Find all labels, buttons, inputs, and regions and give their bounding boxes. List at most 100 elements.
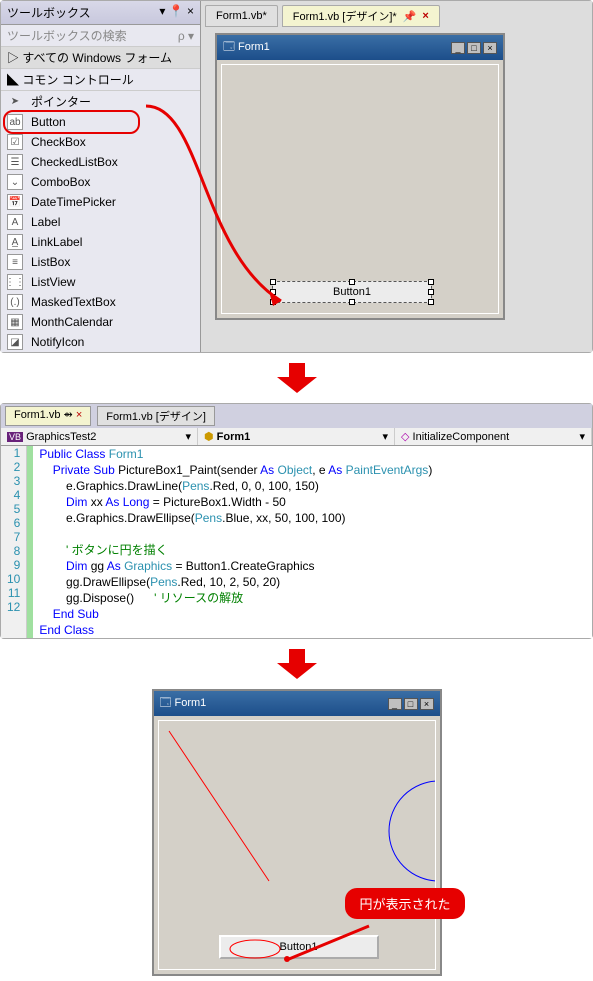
- toolbox-item-label: NotifyIcon: [31, 335, 84, 349]
- toolbox-item-combobox[interactable]: ⌄ ComboBox: [1, 172, 200, 192]
- toolbox-item-checkedlistbox[interactable]: ☰ CheckedListBox: [1, 152, 200, 172]
- mask-icon: (.): [7, 294, 23, 310]
- toolbox-item-label[interactable]: A Label: [1, 212, 200, 232]
- callout-text: 円が表示された: [359, 897, 450, 912]
- date-icon: 📅: [7, 194, 23, 210]
- triangle-right-icon: ▷: [7, 51, 19, 65]
- toolbox-item-label: Label: [31, 215, 60, 229]
- cal-icon: ▦: [7, 314, 23, 330]
- group-label: コモン コントロール: [22, 73, 133, 87]
- tab-design[interactable]: Form1.vb [デザイン]* 📌 ×: [282, 5, 440, 27]
- toolbox-item-linklabel[interactable]: A̲ LinkLabel: [1, 232, 200, 252]
- triangle-down-icon: ◣: [7, 73, 19, 87]
- tab-code[interactable]: Form1.vb*: [205, 5, 278, 27]
- toolbox-item-listview[interactable]: ⋮⋮ListView: [1, 272, 200, 292]
- code-editor-body[interactable]: 123456789101112 Public Class Form1 Priva…: [1, 446, 592, 638]
- toolbox-item-monthcalendar[interactable]: ▦ MonthCalendar: [1, 312, 200, 332]
- tab-code[interactable]: Form1.vb ⇴ ×: [5, 406, 91, 426]
- group-label: すべての Windows フォーム: [22, 51, 172, 65]
- pin-icon[interactable]: ⇴: [64, 409, 76, 421]
- picturebox-drawing: [159, 721, 435, 969]
- button1-text: Button1: [280, 941, 318, 953]
- tab-label: Form1.vb: [14, 409, 60, 421]
- method-name: InitializeComponent: [413, 431, 510, 443]
- toolbox-item-label: CheckBox: [31, 135, 86, 149]
- object-dropdown[interactable]: ⬢ Form1 ▾: [198, 428, 395, 445]
- panel-toolbox-designer: ツールボックス ▾ 📍 × ツールボックスの検索 ρ ▾ ▷ すべての Wind…: [0, 0, 593, 353]
- runtime-form-window[interactable]: 🗔 Form1 _ □ × Button1 円が表示された: [152, 689, 442, 976]
- Au-icon: A̲: [7, 234, 23, 250]
- button1-designer[interactable]: Button1: [272, 281, 432, 303]
- lb-icon: ≡: [7, 254, 23, 270]
- close-button[interactable]: ×: [483, 42, 497, 54]
- flow-arrow-1: [277, 363, 317, 393]
- form-titlebar[interactable]: 🗔 Form1 _ □ ×: [217, 35, 503, 60]
- toolbox-item-ポインター[interactable]: ➤ポインター: [1, 91, 200, 112]
- pin-icon[interactable]: 📌: [403, 10, 417, 23]
- toolbox-item-checkbox[interactable]: ☑ CheckBox: [1, 132, 200, 152]
- toolbox-item-listbox[interactable]: ≡ ListBox: [1, 252, 200, 272]
- close-icon[interactable]: ×: [187, 4, 194, 18]
- toolbox-item-label: LinkLabel: [31, 235, 82, 249]
- toolbox-panel: ツールボックス ▾ 📍 × ツールボックスの検索 ρ ▾ ▷ すべての Wind…: [1, 1, 201, 352]
- code-navigation-bar: VB GraphicsTest2 ▾ ⬢ Form1 ▾ ◇ Initializ…: [1, 428, 592, 446]
- minimize-button[interactable]: _: [388, 698, 402, 710]
- project-name: GraphicsTest2: [26, 431, 96, 443]
- toolbox-item-maskedtextbox[interactable]: (.) MaskedTextBox: [1, 292, 200, 312]
- form-designer-window[interactable]: 🗔 Form1 _ □ × Button1: [215, 33, 505, 320]
- method-dropdown[interactable]: ◇ InitializeComponent ▾: [395, 428, 592, 445]
- runtime-form-body: Button1 円が表示された: [158, 720, 436, 970]
- document-tabs: Form1.vb* Form1.vb [デザイン]* 📌 ×: [205, 5, 588, 27]
- toolbox-item-datetimepicker[interactable]: 📅 DateTimePicker: [1, 192, 200, 212]
- A-icon: A: [7, 214, 23, 230]
- combo-icon: ⌄: [7, 174, 23, 190]
- maximize-button[interactable]: □: [404, 698, 418, 710]
- maximize-button[interactable]: □: [467, 42, 481, 54]
- close-icon[interactable]: ×: [422, 10, 428, 22]
- toolbox-item-label: ListBox: [31, 255, 70, 269]
- project-dropdown[interactable]: VB GraphicsTest2 ▾: [1, 428, 198, 445]
- button1-text: Button1: [333, 286, 371, 298]
- close-button[interactable]: ×: [420, 698, 434, 710]
- pointer-icon: ➤: [7, 94, 23, 110]
- toolbox-item-label: ListView: [31, 275, 75, 289]
- toolbox-item-label: ComboBox: [31, 175, 90, 189]
- toolbox-group-common[interactable]: ◣ コモン コントロール: [1, 69, 200, 91]
- toolbox-item-label: DateTimePicker: [31, 195, 116, 209]
- button1-runtime[interactable]: Button1: [219, 935, 379, 959]
- panel-runtime: 🗔 Form1 _ □ × Button1 円が表示された: [0, 689, 593, 976]
- dropdown-arrow-icon: ▾: [579, 430, 585, 443]
- toolbox-item-label: CheckedListBox: [31, 155, 118, 169]
- toolbox-item-button[interactable]: abButton: [1, 112, 200, 132]
- pin-icon[interactable]: 📍: [169, 4, 184, 18]
- line-number-gutter: 123456789101112: [1, 446, 27, 638]
- code-text[interactable]: Public Class Form1 Private Sub PictureBo…: [33, 446, 432, 638]
- annotation-callout: 円が表示された: [345, 888, 464, 919]
- tab-label: Form1.vb [デザイン]: [106, 411, 206, 423]
- tab-design-label: Form1.vb [デザイン]*: [293, 8, 397, 24]
- toolbox-title: ツールボックス: [7, 4, 91, 21]
- class-icon: ⬢: [204, 431, 214, 443]
- panel-code-editor: Form1.vb ⇴ × Form1.vb [デザイン] VB Graphics…: [0, 403, 593, 639]
- toolbox-item-label: MaskedTextBox: [31, 295, 116, 309]
- form-title-text: Form1: [175, 697, 207, 709]
- form-title-text: Form1: [238, 41, 270, 53]
- vb-icon: VB: [7, 432, 23, 442]
- search-placeholder: ツールボックスの検索: [7, 27, 127, 44]
- toolbox-item-label: MonthCalendar: [31, 315, 113, 329]
- toolbox-item-label: Button: [31, 115, 66, 129]
- toolbox-item-notifyicon[interactable]: ◪NotifyIcon: [1, 332, 200, 352]
- form-canvas[interactable]: Button1: [221, 64, 499, 314]
- toolbox-search[interactable]: ツールボックスの検索 ρ ▾: [1, 25, 200, 47]
- tab-design[interactable]: Form1.vb [デザイン]: [97, 406, 215, 426]
- dropdown-arrow-icon[interactable]: ▾: [159, 4, 165, 18]
- toolbox-group-winforms[interactable]: ▷ すべての Windows フォーム: [1, 47, 200, 69]
- list-icon: ☰: [7, 154, 23, 170]
- close-icon[interactable]: ×: [76, 409, 82, 421]
- form-icon: 🗔: [160, 697, 172, 709]
- minimize-button[interactable]: _: [451, 42, 465, 54]
- flow-arrow-2: [277, 649, 317, 679]
- form-titlebar[interactable]: 🗔 Form1 _ □ ×: [154, 691, 440, 716]
- check-icon: ☑: [7, 134, 23, 150]
- code-document-tabs: Form1.vb ⇴ × Form1.vb [デザイン]: [1, 404, 592, 428]
